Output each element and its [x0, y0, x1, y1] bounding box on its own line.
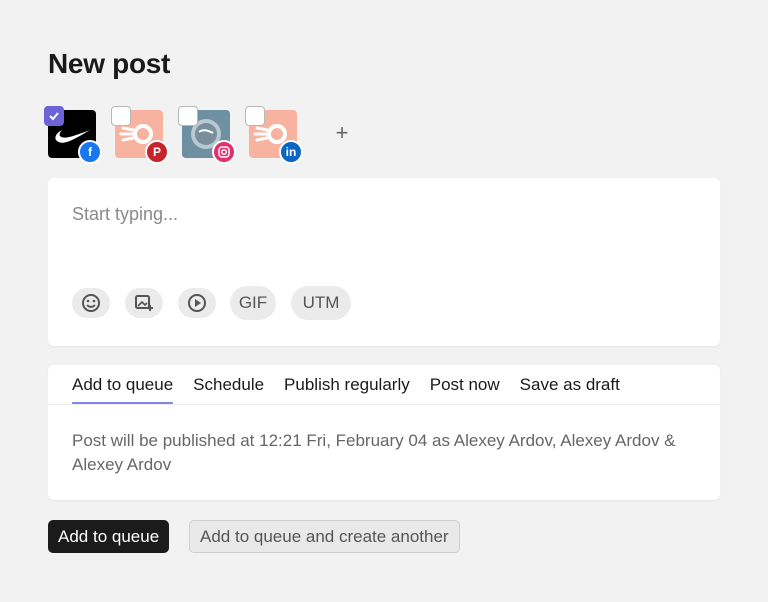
add-to-queue-button[interactable]: Add to queue: [48, 520, 170, 553]
account-hubspot-linkedin[interactable]: in: [245, 106, 303, 164]
instagram-icon: [212, 140, 236, 164]
publish-tabs: Add to queue Schedule Publish regularly …: [72, 365, 640, 405]
account-hubspot-pinterest[interactable]: P: [111, 106, 169, 164]
gif-button[interactable]: GIF: [230, 286, 276, 320]
add-video-button[interactable]: [178, 288, 216, 318]
tab-add-to-queue[interactable]: Add to queue: [72, 365, 174, 405]
tab-save-as-draft[interactable]: Save as draft: [520, 365, 620, 405]
add-account-button[interactable]: +: [332, 120, 352, 146]
utm-button[interactable]: UTM: [291, 286, 351, 320]
account-checkbox[interactable]: [178, 106, 198, 126]
tab-publish-regularly[interactable]: Publish regularly: [284, 365, 410, 405]
account-virgin-instagram[interactable]: [178, 106, 236, 164]
emoji-icon: [82, 294, 100, 312]
account-checkbox[interactable]: [245, 106, 265, 126]
account-checkbox[interactable]: [44, 106, 64, 126]
tab-post-now[interactable]: Post now: [430, 365, 500, 405]
add-to-queue-and-create-another-button[interactable]: Add to queue and create another: [189, 520, 460, 553]
publish-message: Post will be published at 12:21 Fri, Feb…: [72, 431, 676, 474]
account-nike-facebook[interactable]: f: [44, 106, 102, 164]
video-icon: [188, 294, 206, 312]
tab-schedule[interactable]: Schedule: [193, 365, 264, 405]
page-title: New post: [48, 48, 171, 79]
composer-card: GIF UTM: [48, 178, 720, 346]
publish-options-card: Add to queue Schedule Publish regularly …: [48, 365, 720, 500]
tabs-divider: [48, 404, 720, 405]
account-checkbox[interactable]: [111, 106, 131, 126]
checkmark-icon: [49, 112, 59, 121]
account-selector: f P in +: [44, 104, 374, 168]
image-icon: [135, 295, 153, 311]
add-image-button[interactable]: [125, 288, 163, 318]
linkedin-icon: in: [279, 140, 303, 164]
pinterest-icon: P: [145, 140, 169, 164]
facebook-icon: f: [78, 140, 102, 164]
post-text-input[interactable]: [72, 204, 692, 264]
emoji-button[interactable]: [72, 288, 110, 318]
